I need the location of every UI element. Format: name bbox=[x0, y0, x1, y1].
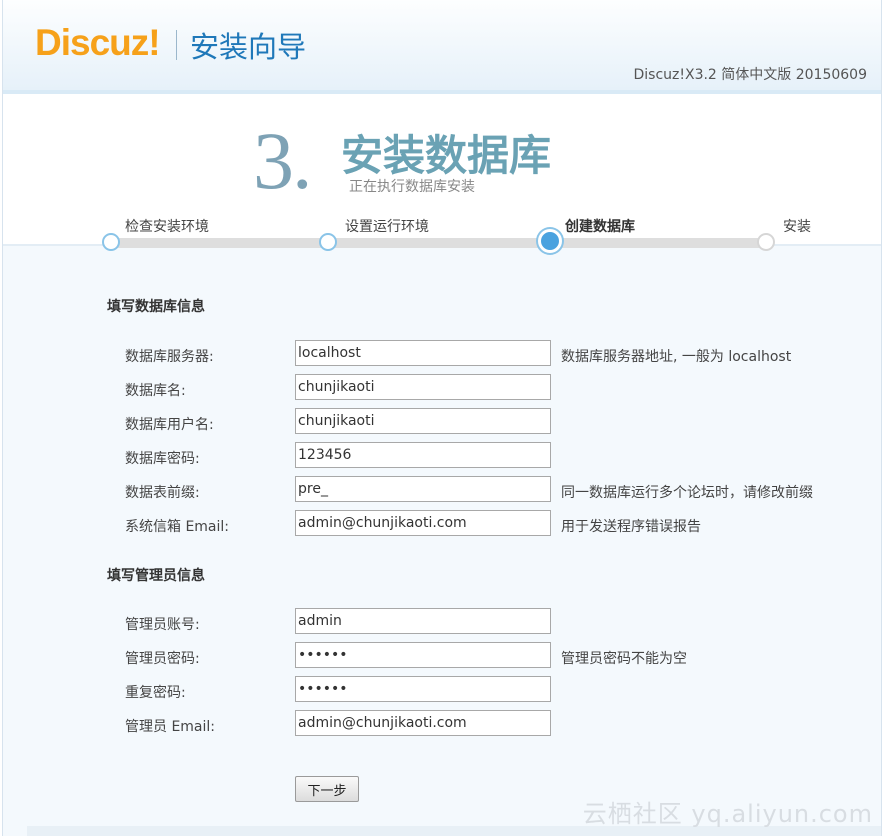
header: Discuz! 安装向导 Discuz!X3.2 简体中文版 20150609 bbox=[3, 0, 881, 94]
system-email-label: 系统信箱 Email: bbox=[125, 519, 230, 535]
admin-password-hint: 管理员密码不能为空 bbox=[561, 651, 687, 667]
db-host-input[interactable] bbox=[295, 340, 551, 366]
step-label-install: 安装 bbox=[783, 219, 811, 235]
step-dot-install bbox=[757, 233, 775, 251]
db-section-title: 填写数据库信息 bbox=[107, 299, 205, 315]
admin-account-label: 管理员账号: bbox=[125, 617, 200, 633]
admin-section-title: 填写管理员信息 bbox=[107, 568, 205, 584]
db-prefix-input[interactable] bbox=[295, 476, 551, 502]
db-user-input[interactable] bbox=[295, 408, 551, 434]
admin-password-label: 管理员密码: bbox=[125, 651, 200, 667]
installer-window: Discuz! 安装向导 Discuz!X3.2 简体中文版 20150609 … bbox=[2, 0, 882, 836]
wizard-title: 安装向导 bbox=[190, 30, 307, 64]
db-host-label: 数据库服务器: bbox=[125, 349, 214, 365]
db-host-hint: 数据库服务器地址, 一般为 localhost bbox=[561, 349, 792, 365]
system-email-hint: 用于发送程序错误报告 bbox=[561, 519, 701, 535]
system-email-input[interactable] bbox=[295, 510, 551, 536]
admin-password-input[interactable] bbox=[295, 642, 551, 668]
db-password-input[interactable] bbox=[295, 442, 551, 468]
step-dot-create-db bbox=[538, 229, 562, 253]
db-prefix-hint: 同一数据库运行多个论坛时，请修改前缀 bbox=[561, 485, 813, 501]
step-dot-check-env bbox=[102, 233, 120, 251]
discuz-logo: Discuz! bbox=[35, 22, 161, 63]
db-name-label: 数据库名: bbox=[125, 383, 186, 399]
db-prefix-label: 数据表前缀: bbox=[125, 485, 200, 501]
repeat-password-label: 重复密码: bbox=[125, 685, 186, 701]
next-step-button[interactable]: 下一步 bbox=[295, 776, 359, 802]
step-label-create-db: 创建数据库 bbox=[565, 219, 635, 235]
page-subtitle: 正在执行数据库安装 bbox=[349, 179, 475, 195]
watermark-text: 云栖社区 yq.aliyun.com bbox=[582, 800, 873, 828]
repeat-password-input[interactable] bbox=[295, 676, 551, 702]
db-password-label: 数据库密码: bbox=[125, 451, 200, 467]
progress-track bbox=[109, 238, 769, 248]
version-text: Discuz!X3.2 简体中文版 20150609 bbox=[633, 67, 867, 83]
admin-email-input[interactable] bbox=[295, 710, 551, 736]
step-label-set-env: 设置运行环境 bbox=[345, 219, 429, 235]
stage-banner: 3. 安装数据库 正在执行数据库安装 检查安装环境 设置运行环境 创建数据库 安… bbox=[3, 94, 881, 253]
page-title: 安装数据库 bbox=[341, 131, 552, 180]
admin-account-input[interactable] bbox=[295, 608, 551, 634]
admin-email-label: 管理员 Email: bbox=[125, 719, 216, 735]
db-user-label: 数据库用户名: bbox=[125, 417, 214, 433]
step-label-check-env: 检查安装环境 bbox=[125, 219, 209, 235]
logo-divider bbox=[176, 30, 177, 60]
step-number: 3. bbox=[253, 115, 312, 206]
db-name-input[interactable] bbox=[295, 374, 551, 400]
step-dot-set-env bbox=[319, 233, 337, 251]
